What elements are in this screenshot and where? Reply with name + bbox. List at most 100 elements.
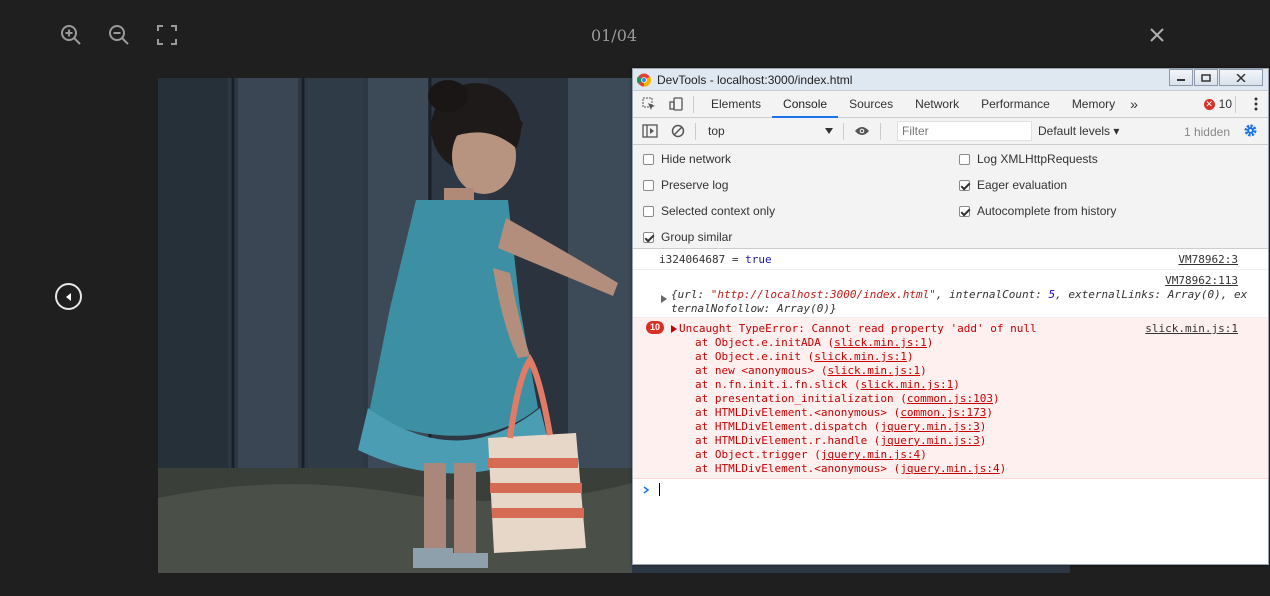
frame-link[interactable]: jquery.min.js:3 — [880, 420, 979, 433]
frame-text: at HTMLDivElement.<anonymous> ( — [695, 406, 901, 419]
tab-memory[interactable]: Memory — [1061, 91, 1126, 118]
source-link[interactable]: VM78962:113 — [1165, 274, 1238, 288]
frame-link[interactable]: slick.min.js:1 — [827, 364, 920, 377]
error-count-indicator[interactable]: ✕ 10 — [1203, 97, 1232, 111]
hide-network-option[interactable]: Hide network — [643, 152, 731, 166]
source-link[interactable]: slick.min.js:1 — [1145, 322, 1238, 336]
frame-text: ) — [920, 448, 927, 461]
text-caret — [659, 483, 660, 496]
frame-link[interactable]: common.js:173 — [900, 406, 986, 419]
toolbar-divider — [693, 95, 694, 113]
frame-text: ) — [920, 364, 927, 377]
clear-console-icon — [671, 124, 685, 138]
devtools-window: DevTools - localhost:3000/index.html Ele… — [632, 68, 1269, 565]
previous-slide-button[interactable] — [55, 283, 82, 310]
checkbox[interactable] — [643, 205, 654, 217]
frame-link[interactable]: jquery.min.js:4 — [821, 448, 920, 461]
group-similar-option[interactable]: Group similar — [643, 230, 732, 244]
selected-context-option[interactable]: Selected context only — [643, 204, 775, 218]
checkbox-checked[interactable] — [959, 179, 970, 191]
inspect-cursor-icon — [642, 97, 655, 110]
tab-sources[interactable]: Sources — [838, 91, 904, 118]
devtools-title: DevTools - localhost:3000/index.html — [657, 72, 853, 87]
frame-link[interactable]: slick.min.js:1 — [814, 350, 907, 363]
stack-frame: at n.fn.init.i.fn.slick (slick.min.js:1) — [673, 378, 1268, 392]
more-options-button[interactable] — [1254, 97, 1258, 114]
preserve-log-option[interactable]: Preserve log — [643, 178, 728, 192]
context-selector[interactable]: top — [702, 121, 837, 141]
frame-text: ) — [979, 434, 987, 447]
stack-trace: at Object.e.initADA (slick.min.js:1) at … — [659, 336, 1268, 476]
tab-console[interactable]: Console — [772, 91, 839, 118]
log-xhr-option[interactable]: Log XMLHttpRequests — [959, 152, 1098, 166]
show-sidebar-icon — [642, 124, 658, 138]
option-label: Selected context only — [661, 204, 776, 218]
stack-frame: at Object.e.init (slick.min.js:1) — [673, 350, 1268, 364]
device-mode-icon — [669, 97, 683, 111]
sidebar-toggle-button[interactable] — [633, 124, 667, 138]
tab-network[interactable]: Network — [904, 91, 970, 118]
log-levels-dropdown[interactable]: Default levels ▾ — [1038, 124, 1119, 138]
console-prompt-input[interactable] — [633, 479, 1268, 501]
checkbox[interactable] — [643, 153, 654, 165]
option-label: Preserve log — [661, 178, 729, 192]
object-text: ternalNofollow: Array(0)} — [671, 302, 837, 315]
tab-performance[interactable]: Performance — [970, 91, 1061, 118]
device-toolbar-button[interactable] — [665, 97, 687, 111]
checkbox-checked[interactable] — [643, 231, 654, 243]
expand-triangle-icon[interactable] — [671, 325, 677, 333]
console-message: i324064687 = true VM78962:3 — [633, 249, 1268, 270]
frame-text: at HTMLDivElement.dispatch ( — [695, 420, 881, 433]
frame-text: at Object.trigger ( — [695, 448, 821, 461]
gear-icon — [1244, 124, 1257, 137]
window-close-button[interactable] — [1219, 69, 1263, 86]
console-toolbar: top Default levels ▾ 1 hidden — [633, 118, 1268, 145]
repeat-count-badge: 10 — [646, 321, 665, 334]
stack-frame: at HTMLDivElement.dispatch (jquery.min.j… — [673, 420, 1268, 434]
autocomplete-option[interactable]: Autocomplete from history — [959, 204, 1116, 218]
error-count: 10 — [1218, 97, 1232, 111]
prompt-chevron-icon — [643, 486, 650, 494]
frame-link[interactable]: jquery.min.js:4 — [900, 462, 999, 475]
object-preview[interactable]: {url: "http://localhost:3000/index.html"… — [671, 288, 1247, 316]
eager-evaluation-option[interactable]: Eager evaluation — [959, 178, 1067, 192]
frame-text: at presentation_initialization ( — [695, 392, 907, 405]
expand-triangle-icon[interactable] — [661, 295, 667, 303]
close-icon — [1150, 28, 1164, 42]
option-label: Hide network — [661, 152, 732, 166]
console-settings-panel: Hide network Preserve log Selected conte… — [633, 145, 1268, 249]
source-link[interactable]: VM78962:3 — [1178, 249, 1238, 270]
inspect-element-button[interactable] — [633, 97, 665, 111]
checkbox[interactable] — [959, 153, 970, 165]
option-label: Group similar — [661, 230, 733, 244]
context-value: top — [708, 124, 725, 138]
console-settings-button[interactable] — [1243, 123, 1258, 141]
message-value: true — [745, 253, 772, 266]
object-text: {url: — [671, 288, 711, 301]
frame-text: ) — [906, 350, 914, 363]
maximize-button[interactable] — [1194, 69, 1218, 86]
minimize-icon — [1177, 78, 1185, 81]
frame-link[interactable]: slick.min.js:1 — [834, 336, 927, 349]
more-tabs-button[interactable]: » — [1126, 91, 1142, 118]
tab-elements[interactable]: Elements — [700, 91, 772, 118]
checkbox-checked[interactable] — [959, 205, 970, 217]
chrome-icon — [637, 73, 651, 87]
checkbox[interactable] — [643, 179, 654, 191]
devtools-titlebar: DevTools - localhost:3000/index.html — [633, 69, 1268, 91]
minimize-button[interactable] — [1169, 69, 1193, 86]
object-text: , internalCount: — [935, 288, 1049, 301]
close-button[interactable] — [1144, 22, 1170, 48]
stack-frame: at HTMLDivElement.<anonymous> (common.js… — [673, 406, 1268, 420]
frame-text: at HTMLDivElement.<anonymous> ( — [695, 462, 901, 475]
frame-link[interactable]: slick.min.js:1 — [861, 378, 954, 391]
live-expression-button[interactable] — [850, 126, 874, 136]
option-label: Eager evaluation — [977, 178, 1068, 192]
stack-frame: at HTMLDivElement.<anonymous> (jquery.mi… — [673, 462, 1268, 476]
frame-link[interactable]: common.js:103 — [907, 392, 993, 405]
console-message: VM78962:113 {url: "http://localhost:3000… — [633, 270, 1268, 318]
filter-input[interactable] — [897, 121, 1032, 141]
frame-text: at HTMLDivElement.r.handle ( — [695, 434, 881, 447]
frame-link[interactable]: jquery.min.js:3 — [880, 434, 979, 447]
clear-console-button[interactable] — [667, 124, 689, 138]
